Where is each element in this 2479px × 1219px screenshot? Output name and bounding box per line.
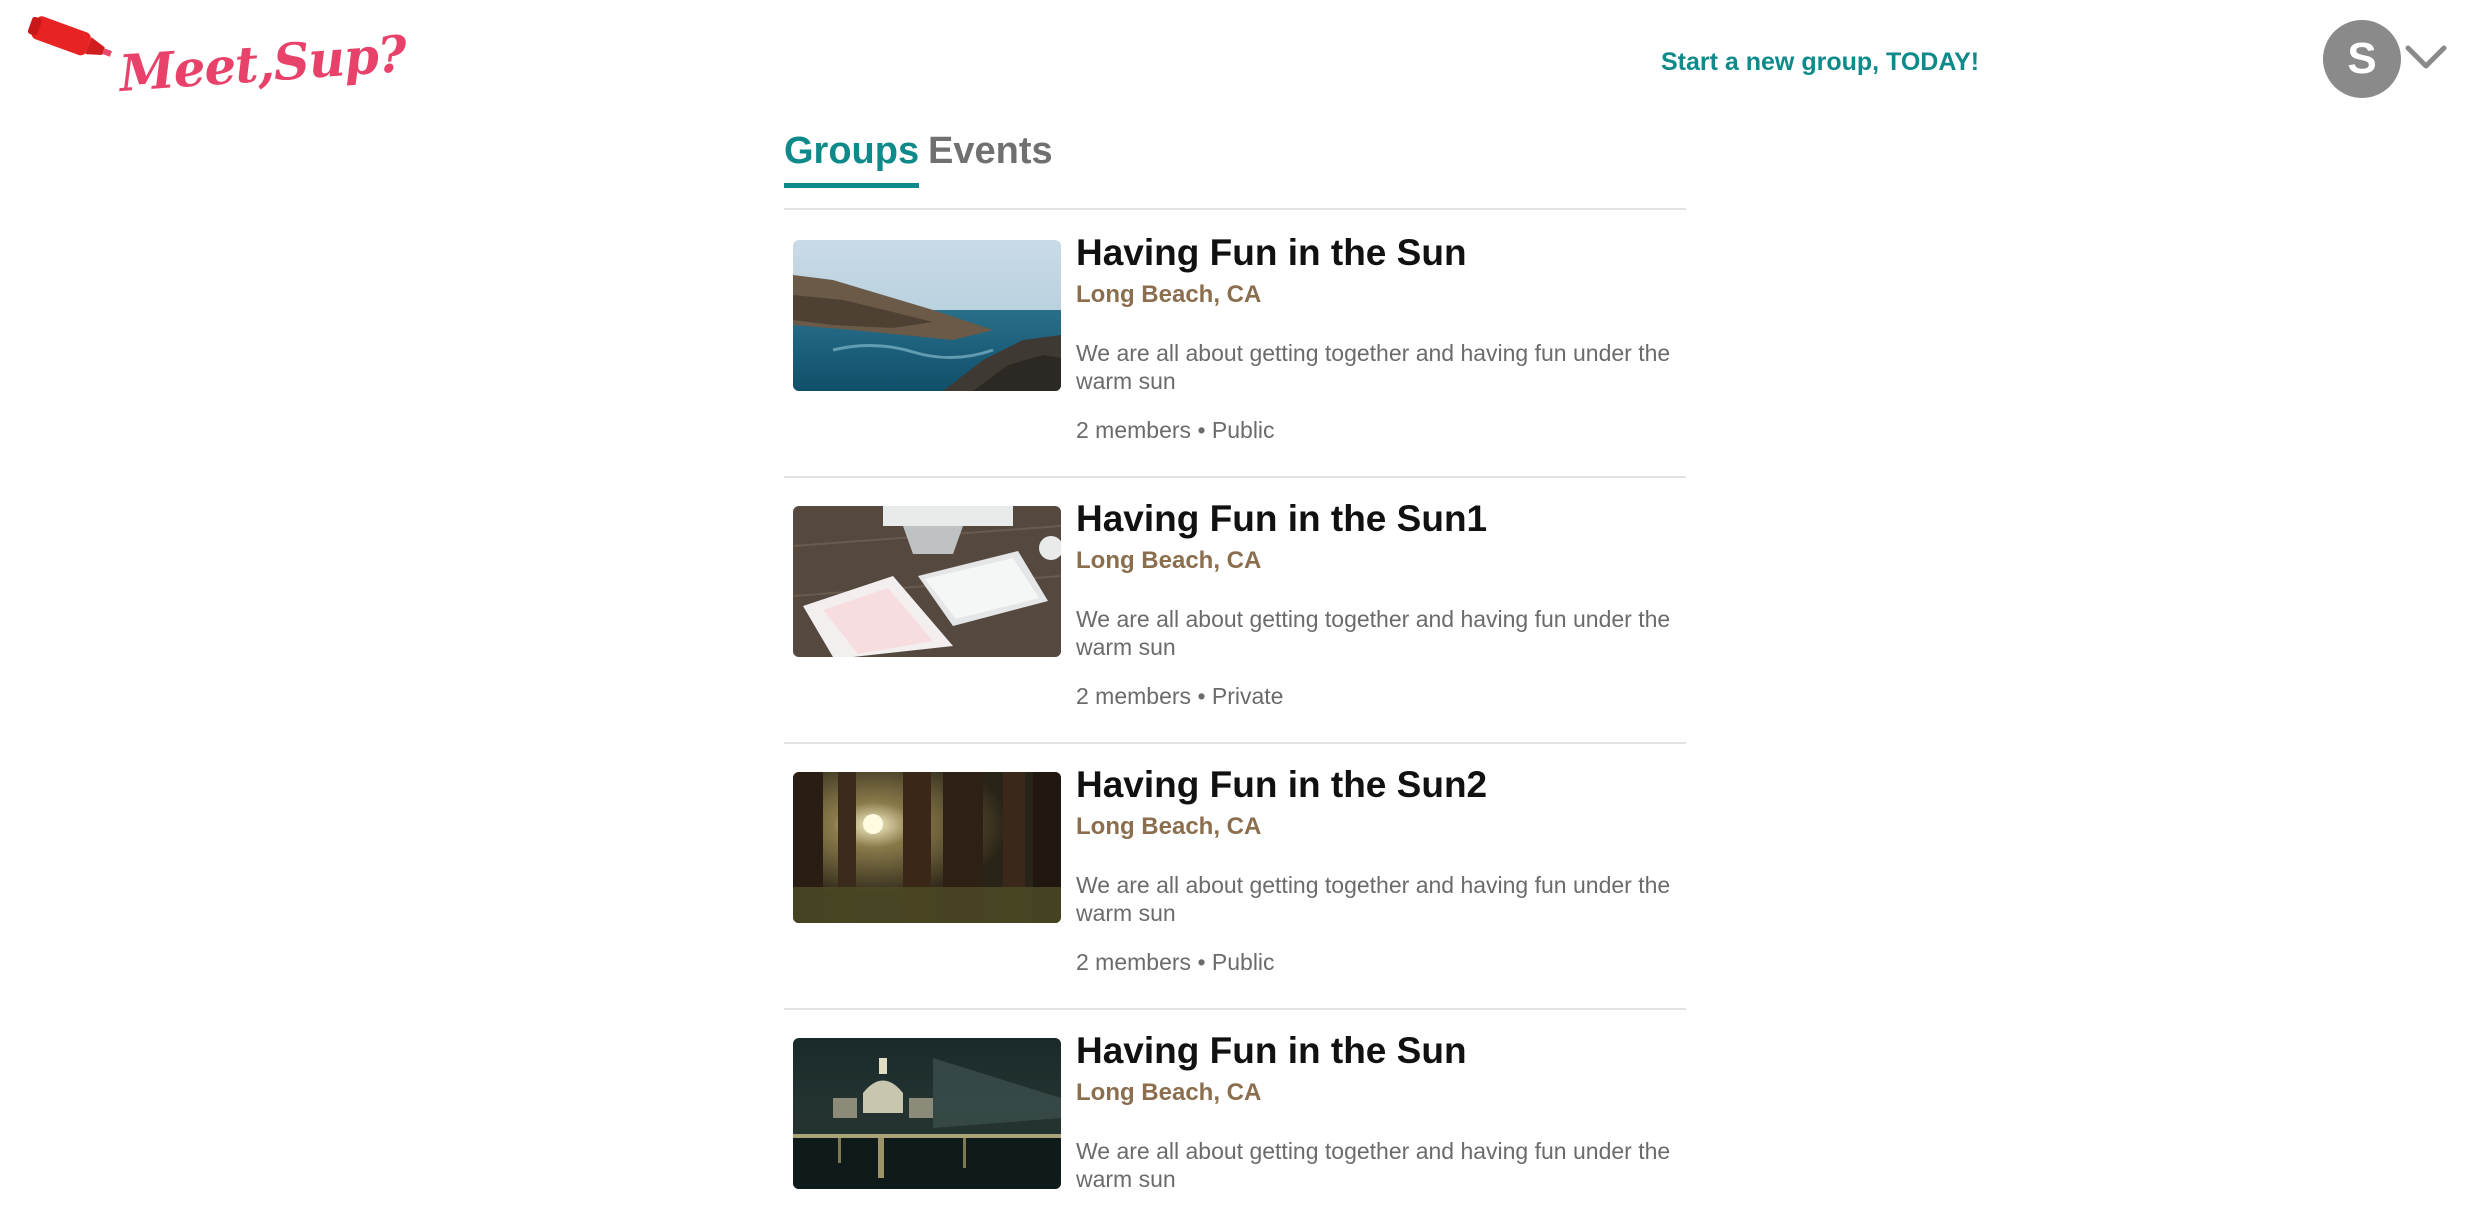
start-group-link[interactable]: Start a new group, TODAY! [1661,48,1979,77]
logo-text: Meet,Sup? [117,24,408,103]
meta-separator: • [1197,682,1206,709]
chevron-down-icon[interactable] [2404,42,2448,72]
group-members: 2 members [1076,948,1192,975]
group-privacy: Public [1211,416,1275,443]
group-list: Having Fun in the Sun Long Beach, CA We … [784,212,1686,1219]
group-title[interactable]: Having Fun in the Sun [1076,232,1686,275]
group-description: We are all about getting together and ha… [1076,1137,1671,1192]
meta-separator: • [1197,948,1206,975]
group-description: We are all about getting together and ha… [1076,871,1671,926]
group-list-item[interactable]: Having Fun in the Sun2 Long Beach, CA We… [784,744,1686,1010]
group-info: Having Fun in the Sun1 Long Beach, CA We… [1076,498,1686,710]
group-location: Long Beach, CA [1076,280,1262,308]
tab-bar: Groups Events [784,130,1686,210]
coastline-image[interactable] [793,240,1061,391]
group-info: Having Fun in the Sun2 Long Beach, CA We… [1076,764,1686,976]
tab-events[interactable]: Events [928,130,1053,173]
group-list-item[interactable]: Having Fun in the Sun1 Long Beach, CA We… [784,478,1686,744]
group-location: Long Beach, CA [1076,812,1262,840]
group-location: Long Beach, CA [1076,1078,1262,1106]
group-title[interactable]: Having Fun in the Sun2 [1076,764,1686,807]
logo[interactable]: Meet,Sup? [22,14,408,104]
group-list-item[interactable]: Having Fun in the Sun Long Beach, CA We … [784,212,1686,478]
group-meta: 2 members • Private [1076,683,1686,710]
group-info: Having Fun in the Sun Long Beach, CA We … [1076,1030,1686,1193]
desk-keyboard-image[interactable] [793,506,1061,657]
forest-image[interactable] [793,772,1061,923]
group-meta: 2 members • Public [1076,949,1686,976]
tab-groups[interactable]: Groups [784,130,920,188]
header: Meet,Sup? Start a new group, TODAY! S [0,0,2479,120]
group-meta: 2 members • Public [1076,417,1686,444]
group-list-item[interactable]: Having Fun in the Sun Long Beach, CA We … [784,1010,1686,1219]
group-description: We are all about getting together and ha… [1076,605,1671,660]
group-title[interactable]: Having Fun in the Sun1 [1076,498,1686,541]
group-location: Long Beach, CA [1076,546,1262,574]
group-members: 2 members [1076,416,1192,443]
meta-separator: • [1197,416,1206,443]
group-description: We are all about getting together and ha… [1076,339,1671,394]
group-privacy: Private [1211,682,1284,709]
group-title[interactable]: Having Fun in the Sun [1076,1030,1686,1073]
avatar[interactable]: S [2323,20,2401,98]
city-night-image[interactable] [793,1038,1061,1189]
group-privacy: Public [1211,948,1275,975]
group-members: 2 members [1076,682,1192,709]
marker-logo-icon [27,16,112,57]
group-info: Having Fun in the Sun Long Beach, CA We … [1076,232,1686,444]
